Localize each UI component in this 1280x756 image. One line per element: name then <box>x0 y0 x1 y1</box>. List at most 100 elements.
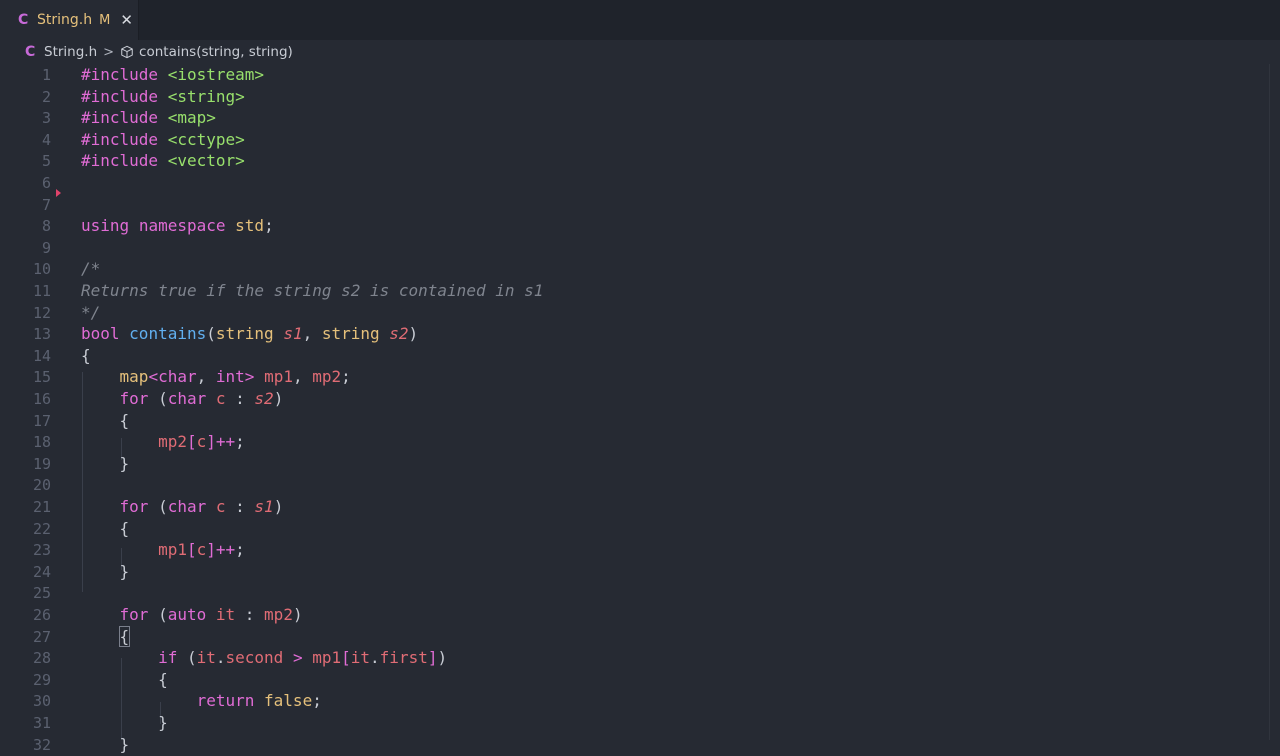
code-token: mp1 <box>264 367 293 386</box>
code-token: */ <box>81 303 100 322</box>
line-number: 29 <box>0 669 51 691</box>
code-token: , <box>293 367 312 386</box>
code-token: ++ <box>216 432 235 451</box>
code-line[interactable]: 17 { <box>0 410 1270 432</box>
code-line[interactable]: 15 map<char, int> mp1, mp2; <box>0 366 1270 388</box>
code-line[interactable]: 14{ <box>0 345 1270 367</box>
code-token: ( <box>177 648 196 667</box>
code-line[interactable]: 26 for (auto it : mp2) <box>0 604 1270 626</box>
code-token <box>81 497 120 516</box>
code-token: auto <box>168 605 207 624</box>
code-text: #include <string> <box>81 86 245 108</box>
code-line[interactable]: 16 for (char c : s2) <box>0 388 1270 410</box>
code-token: if <box>158 648 177 667</box>
code-line[interactable]: 19 } <box>0 453 1270 475</box>
code-line[interactable]: 7 <box>0 194 1270 216</box>
code-line[interactable]: 3#include <map> <box>0 107 1270 129</box>
code-line[interactable]: 27 { <box>0 626 1270 648</box>
code-line[interactable]: 8using namespace std; <box>0 215 1270 237</box>
code-token: [ <box>341 648 351 667</box>
code-token <box>81 367 120 386</box>
line-number: 12 <box>0 302 51 324</box>
code-line[interactable]: 20 <box>0 474 1270 496</box>
code-line[interactable]: 13bool contains(string s1, string s2) <box>0 323 1270 345</box>
c-file-icon: C <box>18 12 37 28</box>
code-line[interactable]: 31 } <box>0 712 1270 734</box>
code-line[interactable]: 28 if (it.second > mp1[it.first]) <box>0 647 1270 669</box>
code-token: string <box>322 324 380 343</box>
code-token: <vector> <box>168 151 245 170</box>
code-token: ] <box>206 432 216 451</box>
code-text: for (char c : s1) <box>81 496 283 518</box>
code-token: using <box>81 216 129 235</box>
code-token: : <box>235 605 264 624</box>
code-text: { <box>81 626 129 648</box>
tab-string-h[interactable]: C String.h M ✕ <box>0 0 139 40</box>
code-token: ) <box>409 324 419 343</box>
code-line[interactable]: 32 } <box>0 734 1270 756</box>
code-line[interactable]: 23 mp1[c]++; <box>0 539 1270 561</box>
breadcrumb-symbol[interactable]: contains(string, string) <box>139 44 293 60</box>
code-line[interactable]: 4#include <cctype> <box>0 129 1270 151</box>
code-token <box>274 324 284 343</box>
code-token <box>158 130 168 149</box>
code-line[interactable]: 22 { <box>0 518 1270 540</box>
code-token: false <box>264 691 312 710</box>
vertical-scrollbar[interactable] <box>1269 64 1280 740</box>
code-line[interactable]: 24 } <box>0 561 1270 583</box>
code-token: Returns true if the string s2 is contain… <box>81 281 543 300</box>
code-token: s2 <box>389 324 408 343</box>
code-token <box>158 108 168 127</box>
code-line[interactable]: 2#include <string> <box>0 86 1270 108</box>
line-number: 23 <box>0 539 51 561</box>
code-token: c <box>197 432 207 451</box>
code-token: > <box>293 648 303 667</box>
code-text: mp2[c]++; <box>81 431 245 453</box>
code-text: } <box>81 561 129 583</box>
line-number: 11 <box>0 280 51 302</box>
code-line[interactable]: 21 for (char c : s1) <box>0 496 1270 518</box>
line-number: 28 <box>0 647 51 669</box>
code-line[interactable]: 29 { <box>0 669 1270 691</box>
code-token: [ <box>187 540 197 559</box>
code-line[interactable]: 6 <box>0 172 1270 194</box>
line-number: 17 <box>0 410 51 432</box>
code-token: ( <box>148 389 167 408</box>
code-token: mp1 <box>158 540 187 559</box>
code-line[interactable]: 11 Returns true if the string s2 is conta… <box>0 280 1270 302</box>
code-line[interactable]: 18 mp2[c]++; <box>0 431 1270 453</box>
line-number: 26 <box>0 604 51 626</box>
code-line[interactable]: 1#include <iostream> <box>0 64 1270 86</box>
line-number: 1 <box>0 64 51 86</box>
code-line[interactable]: 30 return false; <box>0 690 1270 712</box>
close-icon[interactable]: ✕ <box>120 11 132 29</box>
line-number: 10 <box>0 258 51 280</box>
breadcrumb-file[interactable]: String.h <box>44 44 97 60</box>
code-editor[interactable]: 1#include <iostream>2#include <string>3#… <box>0 64 1280 740</box>
code-text: bool contains(string s1, string s2) <box>81 323 418 345</box>
code-token: /* <box>81 259 100 278</box>
code-line[interactable]: 25 <box>0 582 1270 604</box>
breakpoint-marker-icon[interactable] <box>56 189 61 197</box>
code-line[interactable]: 9 <box>0 237 1270 259</box>
code-token <box>158 87 168 106</box>
code-line[interactable]: 5 #include <vector> <box>0 150 1270 172</box>
code-token: for <box>120 605 149 624</box>
code-token: [ <box>187 432 197 451</box>
code-text: #include <vector> <box>81 150 245 172</box>
line-number: 5 <box>0 150 51 172</box>
code-line[interactable]: 10 /* <box>0 258 1270 280</box>
line-number: 14 <box>0 345 51 367</box>
code-token: ( <box>148 497 167 516</box>
code-token: ++ <box>216 540 235 559</box>
code-token: { <box>81 519 129 538</box>
code-token: namespace <box>139 216 226 235</box>
code-token: ) <box>437 648 447 667</box>
symbol-method-icon <box>120 45 134 59</box>
code-token: ] <box>206 540 216 559</box>
code-token: #include <box>81 87 158 106</box>
code-token <box>283 648 293 667</box>
code-line[interactable]: 12 */ <box>0 302 1270 324</box>
code-text: mp1[c]++; <box>81 539 245 561</box>
line-number: 4 <box>0 129 51 151</box>
